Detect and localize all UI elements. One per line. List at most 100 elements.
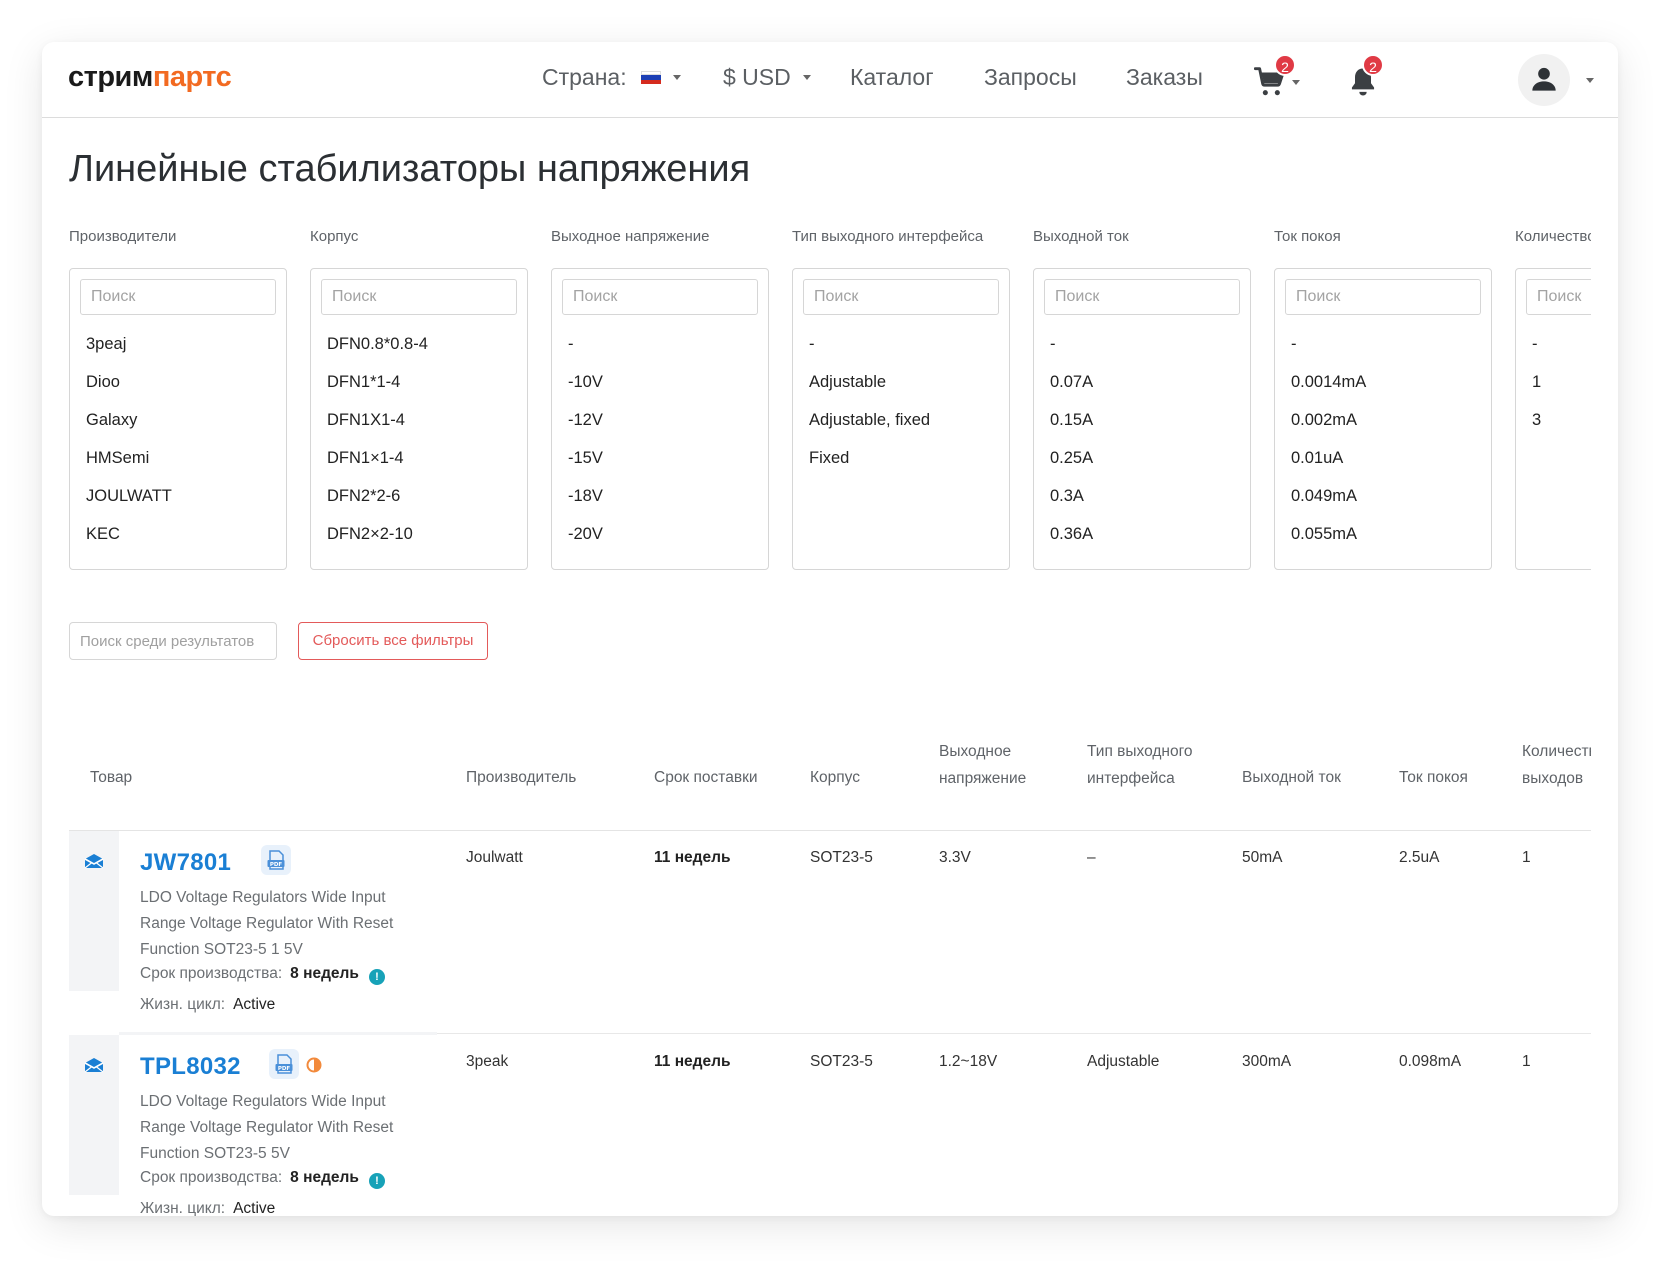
filter-option[interactable]: DFN1×1-4 [327,447,428,485]
filter-search-input[interactable] [562,279,758,315]
country-selector[interactable]: Страна: [542,64,681,91]
notifications-count-badge: 2 [1362,54,1384,76]
filter-search-input[interactable] [80,279,276,315]
nav-orders-label: Заказы [1126,64,1203,90]
cell-package: SOT23-5 [810,849,873,866]
nav-requests-label: Запросы [984,64,1077,90]
filter-option[interactable]: Galaxy [86,409,172,447]
filter-option[interactable]: - [1291,333,1366,371]
filter-option[interactable]: 0.002mA [1291,409,1366,447]
cell-lead-time: 11 недель [654,1053,731,1070]
user-menu-button[interactable] [1518,54,1570,106]
cart-button[interactable]: 2 [1254,54,1300,100]
filter-box: DFN0.8*0.8-4 DFN1*1-4 DFN1X1-4 DFN1×1-4 … [310,268,528,570]
col-header-interface[interactable]: Тип выходного интерфейса [1087,738,1193,792]
col-header-line: интерфейса [1087,770,1175,787]
filter-option[interactable]: 0.15A [1050,409,1093,447]
row-side-strip [69,1035,119,1195]
col-header-line: выходов [1522,770,1584,787]
nav-requests[interactable]: Запросы [984,64,1077,91]
logo[interactable]: стримпартс [68,61,232,94]
filter-option[interactable]: JOULWATT [86,485,172,523]
filter-option[interactable]: - [809,333,930,371]
cell-lead-time: 11 недель [654,849,731,866]
filter-option[interactable]: DFN0.8*0.8-4 [327,333,428,371]
filter-option[interactable]: 0.055mA [1291,523,1366,561]
filter-option[interactable]: 0.0014mA [1291,371,1366,409]
filter-option[interactable]: -18V [568,485,603,523]
filter-option[interactable]: 0.01uA [1291,447,1366,485]
production-time: Срок производства: 8 недель! [140,965,385,985]
pdf-icon[interactable]: PDF [269,1049,299,1079]
filter-option[interactable]: - [568,333,603,371]
filter-option[interactable]: -20V [568,523,603,561]
filter-option[interactable]: HMSemi [86,447,172,485]
search-in-results-input[interactable] [69,622,277,660]
filter-option[interactable]: -12V [568,409,603,447]
cell-quiescent: 2.5uA [1399,849,1440,866]
filter-label: Тип выходного интерфейса [792,228,984,245]
reset-filters-button[interactable]: Сбросить все фильтры [298,622,488,660]
cell-quiescent: 0.098mA [1399,1053,1462,1070]
filter-option[interactable]: 0.07A [1050,371,1093,409]
filter-label: Количество [1515,228,1591,245]
filter-option[interactable]: DFN2*2-6 [327,485,428,523]
filter-option[interactable]: -10V [568,371,603,409]
nav-catalog[interactable]: Каталог [850,64,934,91]
filter-search-input[interactable] [1044,279,1240,315]
production-time-value: 8 недель [290,965,359,982]
chevron-down-icon [672,75,681,80]
col-header-lead-time[interactable]: Срок поставки [654,764,758,791]
info-icon[interactable]: ! [368,1173,385,1189]
col-header-quiescent[interactable]: Ток покоя [1399,764,1468,791]
filter-option[interactable]: DFN1*1-4 [327,371,428,409]
russia-flag-icon [640,70,661,85]
filter-option[interactable]: - [1050,333,1093,371]
envelope-icon[interactable] [84,1057,104,1073]
filter-manufacturers: Производители 3peaj Dioo Galaxy HMSemi J… [69,228,287,570]
col-header-output-count[interactable]: Количество выходов [1522,738,1591,792]
filter-option[interactable]: 0.3A [1050,485,1093,523]
table-row: TPL8032 PDF LDO Voltage Regulators Wide … [69,1035,1591,1216]
filter-search-input[interactable] [321,279,517,315]
col-header-output-current[interactable]: Выходной ток [1242,764,1341,791]
notifications-button[interactable]: 2 [1344,54,1388,100]
table-row: JW7801 PDF LDO Voltage Regulators Wide I… [69,831,1591,1031]
col-header-package[interactable]: Корпус [810,764,860,791]
col-header-output-voltage[interactable]: Выходное напряжение [939,738,1026,792]
filter-search-input[interactable] [1526,279,1591,315]
filter-box: - 1 3 [1515,268,1591,570]
filter-option[interactable]: 1 [1532,371,1541,409]
filter-option[interactable]: Dioo [86,371,172,409]
pdf-icon[interactable]: PDF [261,845,291,875]
filter-box: 3peaj Dioo Galaxy HMSemi JOULWATT KEC [69,268,287,570]
part-number-link[interactable]: JW7801 [140,849,231,877]
part-number-link[interactable]: TPL8032 [140,1053,241,1081]
cell-manufacturer: Joulwatt [466,849,523,866]
filter-option[interactable]: Adjustable, fixed [809,409,930,447]
currency-selector[interactable]: $ USD [723,64,811,91]
filter-option[interactable]: 3peaj [86,333,172,371]
filter-option[interactable]: 0.049mA [1291,485,1366,523]
col-header-manufacturer[interactable]: Производитель [466,764,576,791]
filter-option[interactable]: Adjustable [809,371,930,409]
filter-search-input[interactable] [1285,279,1481,315]
info-icon[interactable]: ! [368,969,385,985]
filter-option[interactable]: - [1532,333,1541,371]
envelope-icon[interactable] [84,853,104,869]
filter-option[interactable]: 0.36A [1050,523,1093,561]
chevron-down-icon[interactable] [1586,78,1594,83]
filter-option[interactable]: KEC [86,523,172,561]
filter-label: Выходное напряжение [551,228,710,245]
filter-search-input[interactable] [803,279,999,315]
filter-option[interactable]: DFN2×2-10 [327,523,428,561]
cell-manufacturer: 3peak [466,1053,509,1070]
col-header-product[interactable]: Товар [90,764,132,791]
filter-option[interactable]: -15V [568,447,603,485]
filter-option[interactable]: 0.25A [1050,447,1093,485]
filter-option[interactable]: 3 [1532,409,1541,447]
filter-option[interactable]: Fixed [809,447,930,485]
cell-output-current: 300mA [1242,1053,1292,1070]
filter-option[interactable]: DFN1X1-4 [327,409,428,447]
nav-orders[interactable]: Заказы [1126,64,1203,91]
